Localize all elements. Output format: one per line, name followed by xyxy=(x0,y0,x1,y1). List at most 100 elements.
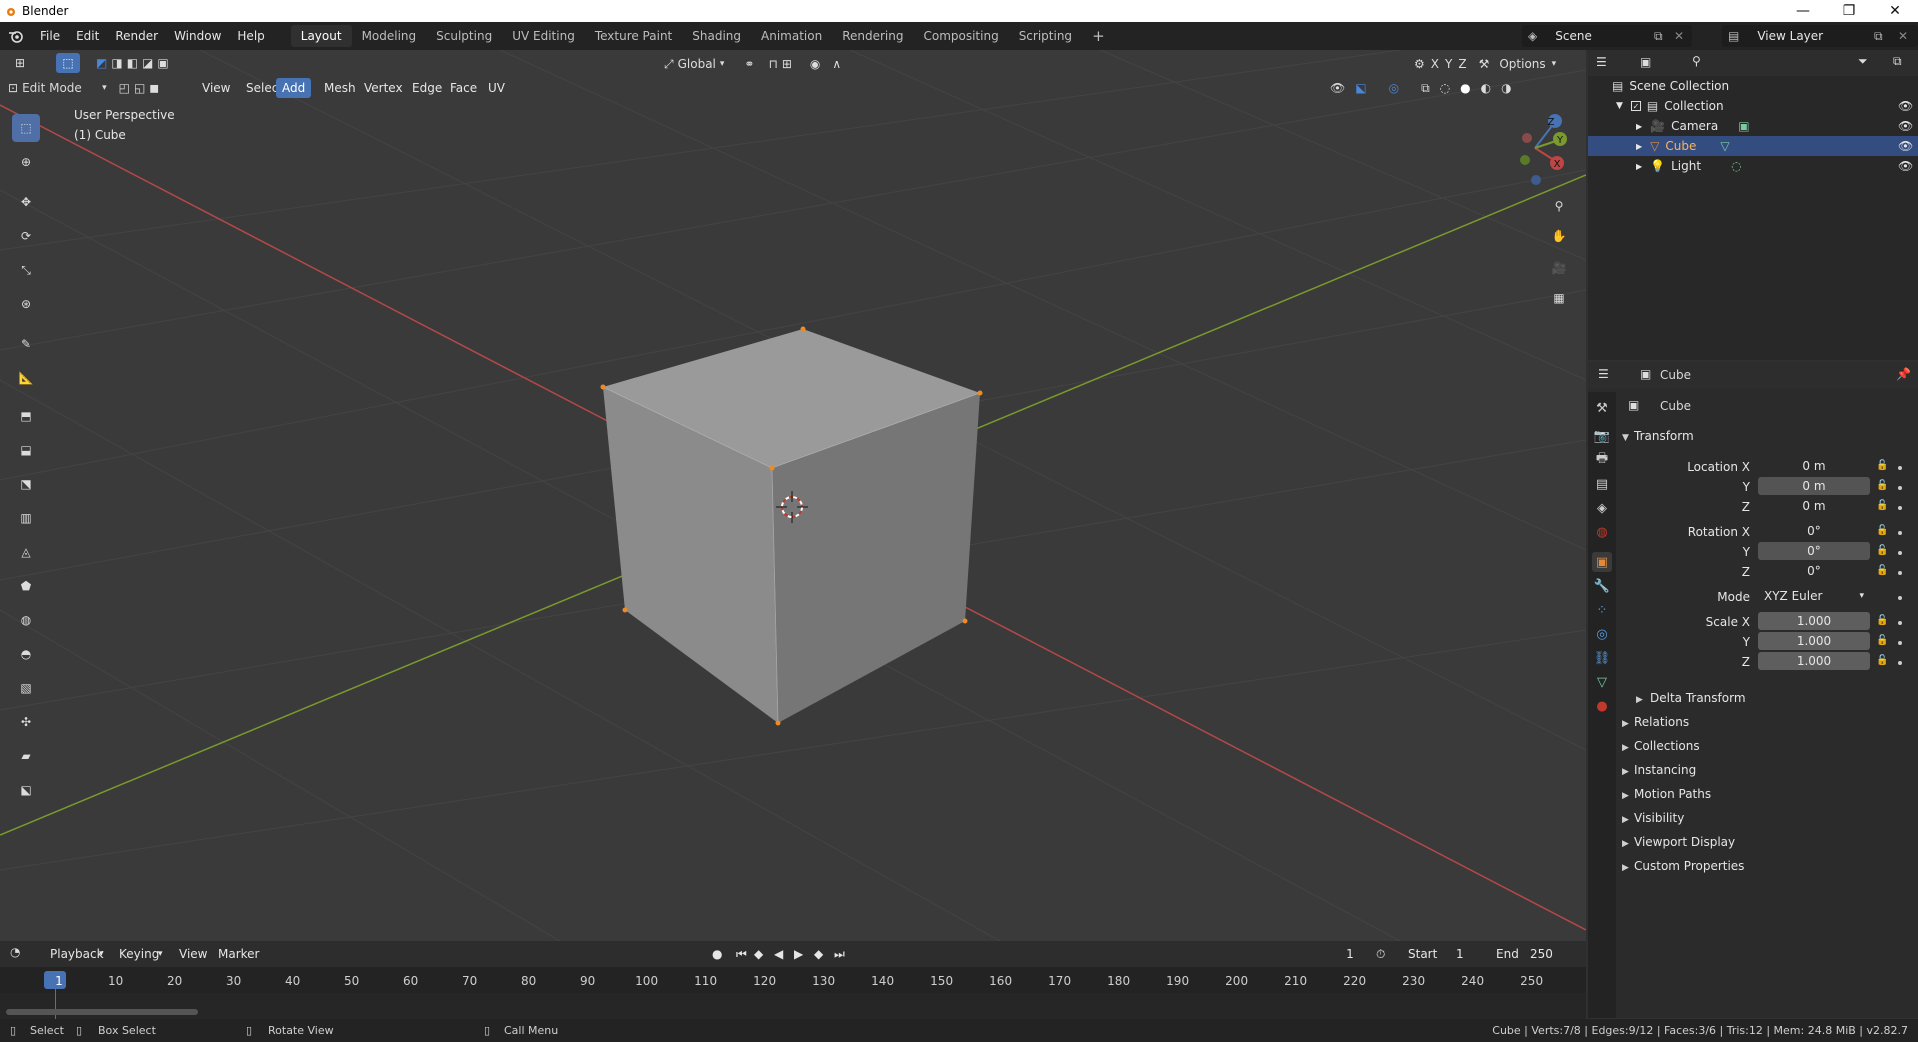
3d-viewport[interactable]: Z X Y ⊞ ⬚ ◩ ◨ ◧ ◪ ▣ ⤢ Global ▾ ⚭ ⊓ ⊞ ◉ ∧… xyxy=(0,50,1586,941)
overlays-icon[interactable]: ◎ xyxy=(1389,81,1399,95)
playback-menu[interactable]: Playback xyxy=(50,944,104,964)
keyframe-dot-icon[interactable] xyxy=(1898,486,1902,490)
eye-icon[interactable]: 👁 xyxy=(1898,139,1913,153)
keyframe-dot-icon[interactable] xyxy=(1898,661,1902,665)
outliner-row-light[interactable]: ▶ 💡 Light ◌ 👁 xyxy=(1588,156,1918,176)
collapse-icon[interactable]: ▼ xyxy=(1622,433,1629,443)
menu-view[interactable]: View xyxy=(196,78,236,98)
rotation-z-field[interactable]: 0° xyxy=(1758,562,1870,580)
location-z-field[interactable]: 0 m xyxy=(1758,497,1870,515)
menu-edit[interactable]: Edit xyxy=(68,29,107,43)
collections-panel-title[interactable]: Collections xyxy=(1634,739,1700,753)
measure-tool[interactable]: 📐 xyxy=(12,364,40,392)
minimize-button[interactable]: — xyxy=(1780,0,1826,22)
expand-icon[interactable]: ▶ xyxy=(1636,122,1642,131)
lock-icon[interactable]: 🔓 xyxy=(1876,545,1888,556)
expand-icon[interactable]: ▶ xyxy=(1622,815,1629,825)
keyframe-dot-icon[interactable] xyxy=(1898,621,1902,625)
object-name-field[interactable]: Cube xyxy=(1660,399,1910,417)
keyframe-dot-icon[interactable] xyxy=(1898,506,1902,510)
shading-material-icon[interactable]: ◐ xyxy=(1481,81,1491,95)
axis-x-toggle[interactable]: X xyxy=(1431,57,1439,71)
timeline-view-menu[interactable]: View xyxy=(179,944,207,964)
tab-modeling[interactable]: Modeling xyxy=(352,25,427,47)
keyframe-dot-icon[interactable] xyxy=(1898,531,1902,535)
smooth-tool[interactable]: ◓ xyxy=(12,640,40,668)
keyframe-dot-icon[interactable] xyxy=(1898,466,1902,470)
transform-panel-title[interactable]: Transform xyxy=(1634,429,1694,443)
select-mode-subtract-icon[interactable]: ◧ xyxy=(127,56,138,70)
menu-add[interactable]: Add xyxy=(276,78,312,98)
render-tab-icon[interactable]: 📷 xyxy=(1592,426,1612,446)
move-tool[interactable]: ✥ xyxy=(12,188,40,216)
end-frame-field[interactable]: 250 xyxy=(1530,944,1553,964)
rotate-tool[interactable]: ⟳ xyxy=(12,222,40,250)
expand-icon[interactable]: ▶ xyxy=(1636,162,1642,171)
view-layer-selector[interactable]: ▤ View Layer ⧉ ✕ xyxy=(1722,25,1918,47)
rotation-y-field[interactable]: 0° xyxy=(1758,542,1870,560)
timeline-editor[interactable]: ◔ Playback ▾ Keying ▾ View Marker ● ⏮ ◆ … xyxy=(0,941,1586,1019)
outliner-row-cube[interactable]: ▶ ▽ Cube ▽ 👁 xyxy=(1588,136,1918,156)
new-scene-icon[interactable]: ⧉ xyxy=(1654,29,1663,44)
motion-paths-panel-title[interactable]: Motion Paths xyxy=(1634,787,1711,801)
camera-view-icon[interactable]: 🎥 xyxy=(1545,254,1573,282)
outliner-row-collection[interactable]: ▼ ✓ ▤ Collection 👁 xyxy=(1588,96,1918,116)
prev-keyframe-icon[interactable]: ◆ xyxy=(754,944,763,964)
constraints-tab-icon[interactable]: ⛓ xyxy=(1592,648,1612,668)
keyframe-dot-icon[interactable] xyxy=(1898,641,1902,645)
lock-icon[interactable]: 🔓 xyxy=(1876,655,1888,666)
options-dropdown[interactable]: Options xyxy=(1499,57,1545,71)
output-tab-icon[interactable]: 🖶 xyxy=(1592,450,1612,470)
expand-icon[interactable]: ▶ xyxy=(1622,863,1629,873)
expand-icon[interactable]: ▶ xyxy=(1622,743,1629,753)
timeline-editor-type-icon[interactable]: ◔ xyxy=(10,945,20,959)
gizmo-toggle-icon[interactable]: ⬕ xyxy=(1355,81,1366,95)
rotation-x-field[interactable]: 0° xyxy=(1758,522,1870,540)
snap-icon[interactable]: ⊓ xyxy=(768,57,777,71)
expand-icon[interactable]: ▶ xyxy=(1622,839,1629,849)
bevel-tool[interactable]: ⬔ xyxy=(12,470,40,498)
keyframe-dot-icon[interactable] xyxy=(1898,551,1902,555)
search-icon[interactable]: ⚲ xyxy=(1692,54,1701,68)
shrink-fatten-tool[interactable]: ✣ xyxy=(12,708,40,736)
rotation-mode-dropdown[interactable]: XYZ Euler ▾ xyxy=(1758,587,1870,605)
lock-icon[interactable]: 🔓 xyxy=(1876,635,1888,646)
tab-animation[interactable]: Animation xyxy=(751,25,832,47)
delta-transform-subpanel[interactable]: Delta Transform xyxy=(1650,691,1746,705)
start-frame-field[interactable]: 1 xyxy=(1456,944,1464,964)
knife-tool[interactable]: ◬ xyxy=(12,538,40,566)
location-x-field[interactable]: 0 m xyxy=(1758,457,1870,475)
instancing-panel-title[interactable]: Instancing xyxy=(1634,763,1696,777)
object-tab-icon[interactable]: ▣ xyxy=(1592,552,1612,572)
menu-file[interactable]: File xyxy=(32,29,68,43)
mirror-icon[interactable]: ⚙ xyxy=(1414,57,1425,71)
proportional-edit-icon[interactable]: ◉ xyxy=(810,57,820,71)
scale-z-field[interactable]: 1.000 xyxy=(1758,652,1870,670)
play-reverse-icon[interactable]: ◀ xyxy=(774,944,783,964)
remove-view-layer-icon[interactable]: ✕ xyxy=(1898,29,1908,43)
tab-compositing[interactable]: Compositing xyxy=(913,25,1008,47)
keyframe-dot-icon[interactable] xyxy=(1898,571,1902,575)
play-icon[interactable]: ▶ xyxy=(794,944,803,964)
menu-edge[interactable]: Edge xyxy=(406,78,448,98)
axis-y-toggle[interactable]: Y xyxy=(1445,57,1452,71)
visibility-panel-title[interactable]: Visibility xyxy=(1634,811,1684,825)
menu-help[interactable]: Help xyxy=(229,29,272,43)
falloff-icon[interactable]: ∧ xyxy=(832,57,841,71)
record-icon[interactable]: ● xyxy=(712,944,722,964)
scene-tab-icon[interactable]: ◈ xyxy=(1592,498,1612,518)
eye-icon[interactable]: 👁 xyxy=(1898,99,1913,113)
tab-sculpting[interactable]: Sculpting xyxy=(426,25,502,47)
pin-icon[interactable]: 📌 xyxy=(1896,367,1911,381)
checkbox-icon[interactable]: ✓ xyxy=(1630,101,1641,111)
modifiers-tab-icon[interactable]: 🔧 xyxy=(1592,576,1612,596)
expand-icon[interactable]: ▶ xyxy=(1636,142,1642,151)
tweak-select-tool[interactable]: ⬚ xyxy=(12,114,40,142)
maximize-button[interactable]: ❐ xyxy=(1826,0,1872,22)
lock-icon[interactable]: 🔓 xyxy=(1876,460,1888,471)
jump-start-icon[interactable]: ⏮ xyxy=(736,944,747,964)
material-tab-icon[interactable]: ● xyxy=(1592,696,1612,716)
cursor-tool[interactable]: ⊕ xyxy=(12,148,40,176)
lock-icon[interactable]: 🔓 xyxy=(1876,565,1888,576)
menu-window[interactable]: Window xyxy=(166,29,229,43)
